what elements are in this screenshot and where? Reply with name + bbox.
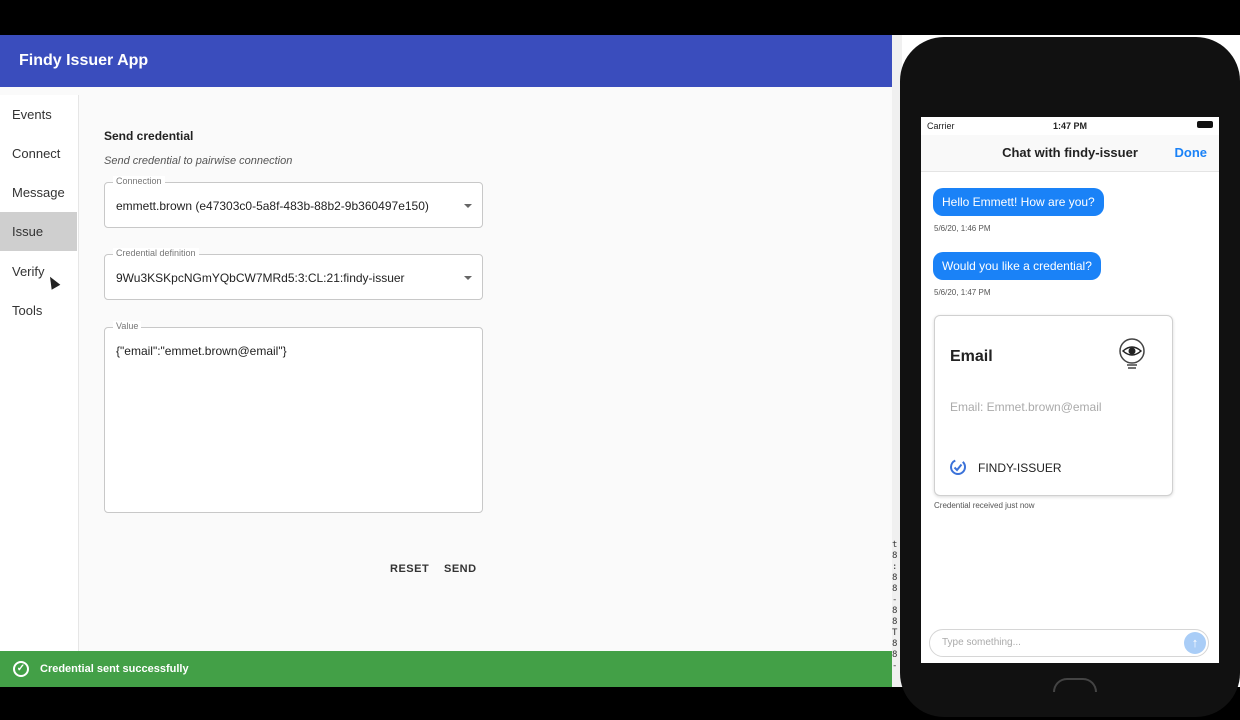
- status-bar: Carrier 1:47 PM: [921, 117, 1219, 135]
- check-circle-icon: ✓: [13, 661, 29, 677]
- connection-value: emmett.brown (e47303c0-5a8f-483b-88b2-9b…: [116, 199, 429, 213]
- value-textarea[interactable]: Value {"email":"emmet.brown@email"}: [104, 321, 483, 513]
- send-button[interactable]: SEND: [444, 563, 477, 575]
- sidebar-item-connect[interactable]: Connect: [0, 134, 77, 173]
- credential-definition-select[interactable]: Credential definition 9Wu3KSKpcNGmYQbCW7…: [104, 248, 483, 300]
- message-input[interactable]: [940, 636, 1174, 649]
- credential-card[interactable]: Email Email: Emmet.brown@email FINDY-ISS…: [934, 315, 1173, 496]
- message-bubble: Hello Emmett! How are you?: [933, 188, 1104, 216]
- issuer-logo-icon: [950, 459, 966, 475]
- sidebar: Events Connect Message Issue Verify Tool…: [0, 95, 79, 687]
- battery-icon: [1197, 121, 1213, 128]
- credential-definition-label: Credential definition: [113, 248, 199, 258]
- phone-screen: Carrier 1:47 PM Chat with findy-issuer D…: [921, 117, 1219, 663]
- main-content: Send credential Send credential to pairw…: [79, 87, 892, 687]
- value-text: {"email":"emmet.brown@email"}: [116, 344, 287, 358]
- message-time: 5/6/20, 1:47 PM: [934, 288, 991, 297]
- sidebar-item-verify[interactable]: Verify: [0, 252, 77, 291]
- credential-status: Credential received just now: [934, 501, 1035, 510]
- sidebar-item-message[interactable]: Message: [0, 173, 77, 212]
- issuer-web-app: Findy Issuer App Events Connect Message …: [0, 35, 892, 687]
- value-label: Value: [113, 321, 142, 331]
- connection-select[interactable]: Connection emmett.brown (e47303c0-5a8f-4…: [104, 176, 483, 228]
- connection-label: Connection: [113, 176, 165, 186]
- snackbar-message: Credential sent successfully: [40, 663, 189, 675]
- success-snackbar: ✓ Credential sent successfully: [0, 651, 892, 687]
- sidebar-item-tools[interactable]: Tools: [0, 291, 77, 330]
- reset-button[interactable]: RESET: [390, 563, 429, 575]
- done-button[interactable]: Done: [1175, 145, 1208, 160]
- sidebar-item-events[interactable]: Events: [0, 95, 77, 134]
- terminal-fragment: t 8 : 8 8 - 8 8 T 8 8 -: [892, 540, 898, 671]
- eye-bulb-icon: [1119, 338, 1145, 369]
- chat-header: Chat with findy-issuer Done: [921, 135, 1219, 172]
- sidebar-item-issue[interactable]: Issue: [0, 212, 77, 251]
- dropdown-arrow-icon: [464, 204, 472, 208]
- status-time: 1:47 PM: [1052, 121, 1087, 131]
- home-button-icon: [1053, 678, 1097, 692]
- issuer-name: FINDY-ISSUER: [978, 461, 1062, 475]
- credential-title: Email: [950, 348, 993, 365]
- message-bubble: Would you like a credential?: [933, 252, 1101, 280]
- app-bar: Findy Issuer App: [0, 35, 892, 87]
- form-subtitle: Send credential to pairwise connection: [104, 155, 293, 167]
- send-arrow-icon[interactable]: ↑: [1184, 632, 1206, 654]
- message-time: 5/6/20, 1:46 PM: [934, 224, 991, 233]
- form-title: Send credential: [104, 129, 194, 143]
- credential-definition-value: 9Wu3KSKpcNGmYQbCW7MRd5:3:CL:21:findy-iss…: [116, 271, 405, 285]
- credential-attribute: Email: Emmet.brown@email: [950, 400, 1102, 414]
- app-title: Findy Issuer App: [19, 52, 149, 69]
- dropdown-arrow-icon: [464, 276, 472, 280]
- message-composer: ↑: [929, 629, 1209, 657]
